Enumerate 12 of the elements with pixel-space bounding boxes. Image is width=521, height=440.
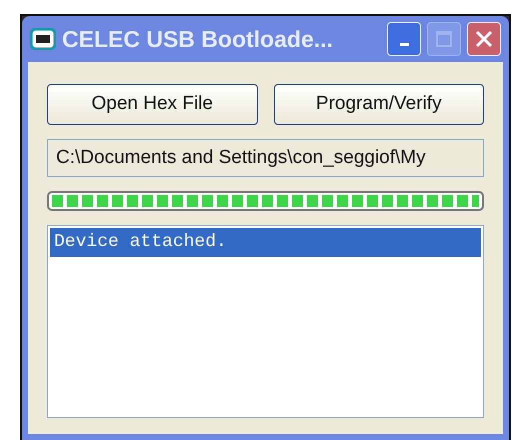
maximize-icon [435, 30, 453, 48]
close-icon [474, 29, 494, 49]
file-path-field[interactable]: C:\Documents and Settings\con_seggiof\My [47, 139, 484, 177]
action-button[interactable]: Open Hex File [47, 84, 258, 125]
minimize-icon [400, 43, 408, 46]
window-title: CELEC USB Bootloade... [62, 24, 334, 54]
log-list[interactable]: Device attached. [47, 225, 484, 418]
minimize-button[interactable] [387, 22, 421, 56]
action-button[interactable]: Program/Verify [274, 84, 484, 125]
app-icon [30, 28, 56, 50]
close-button[interactable] [467, 22, 501, 56]
log-entry[interactable]: Device attached. [50, 228, 481, 257]
